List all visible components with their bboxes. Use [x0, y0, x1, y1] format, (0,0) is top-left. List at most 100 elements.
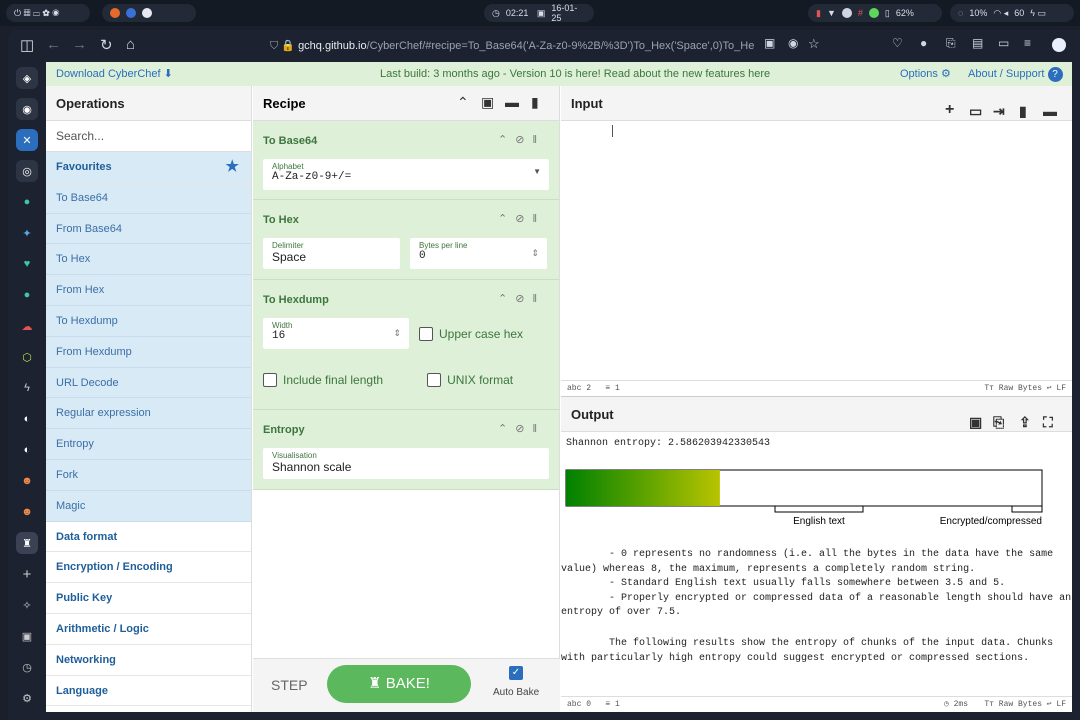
bake-button[interactable]: ♜ BAKE!: [327, 665, 471, 703]
dock-app-2-icon[interactable]: ◉: [16, 98, 38, 120]
operation-item[interactable]: From Hex: [46, 275, 251, 306]
include-final-length-checkbox[interactable]: Include final length: [263, 373, 383, 387]
category-item[interactable]: Arithmetic / Logic: [46, 613, 251, 645]
operation-item[interactable]: To Hexdump: [46, 305, 251, 337]
op-to-base64[interactable]: To Base64 ⌃⊘‖ Alphabet A-Za-z0-9+/= ▼: [253, 121, 559, 200]
translate-icon[interactable]: ▣: [764, 36, 775, 50]
status-tray[interactable]: ▮ ▼ # ▯ 62%: [808, 4, 942, 22]
ai-icon[interactable]: ✧: [16, 594, 38, 616]
app-tray[interactable]: [102, 4, 196, 22]
width-input[interactable]: Width 16 ⇕: [263, 318, 409, 349]
download-link[interactable]: Download CyberChef ⬇: [56, 62, 173, 86]
dock-app-3-icon[interactable]: ✕: [16, 129, 38, 151]
collapse-icon[interactable]: ⌃: [457, 94, 469, 111]
op-controls[interactable]: ⌃⊘‖: [498, 292, 545, 305]
firefox-icon[interactable]: [110, 8, 120, 18]
settings-icon[interactable]: ⚙: [16, 687, 38, 709]
unix-format-checkbox[interactable]: UNIX format: [427, 373, 513, 387]
github-2-icon[interactable]: ◐: [16, 439, 38, 461]
operation-item[interactable]: From Base64: [46, 213, 251, 245]
bytes-per-line-input[interactable]: Bytes per line 0 ⇕: [410, 238, 547, 269]
dock-app-5-icon[interactable]: ●: [16, 191, 38, 213]
op-controls[interactable]: ⌃⊘‖: [498, 422, 545, 435]
delimiter-select[interactable]: Delimiter Space: [263, 238, 400, 269]
dock-app-11-icon[interactable]: ϟ: [16, 377, 38, 399]
forward-icon[interactable]: →: [72, 36, 87, 53]
screen-icon[interactable]: ▭: [998, 36, 1009, 50]
operation-item[interactable]: URL Decode: [46, 367, 251, 399]
operations-search-input[interactable]: Search...: [46, 121, 251, 152]
operation-item[interactable]: Entropy: [46, 429, 251, 460]
category-item[interactable]: Public Key: [46, 583, 251, 614]
url-bar[interactable]: ⛉ 🔒 gchq.github.io/CyberChef/#recipe=To_…: [270, 35, 850, 57]
raw-bytes-toggle[interactable]: Tт Raw Bytes: [984, 381, 1042, 396]
eol-toggle[interactable]: ↩ LF: [1047, 697, 1066, 712]
options-link[interactable]: Options ⚙: [900, 62, 951, 86]
dock-app-4-icon[interactable]: ◎: [16, 160, 38, 182]
upper-case-hex-checkbox[interactable]: Upper case hex: [419, 326, 523, 341]
auto-bake-checkbox[interactable]: ✓: [509, 666, 523, 680]
home-icon[interactable]: ⌂: [126, 36, 135, 53]
operation-item[interactable]: Magic: [46, 490, 251, 522]
category-item[interactable]: Encryption / Encoding: [46, 552, 251, 584]
step-button[interactable]: STEP: [271, 677, 308, 693]
sidebar-toggle-icon[interactable]: ◫: [20, 36, 34, 54]
save-icon[interactable]: ▣: [481, 94, 494, 111]
op-controls[interactable]: ⌃⊘‖: [498, 133, 545, 146]
back-icon[interactable]: ←: [46, 36, 61, 53]
output-text[interactable]: Shannon entropy: 2.586203942330543 Engli…: [561, 432, 1072, 696]
release-notice[interactable]: Last build: 3 months ago - Version 10 is…: [380, 62, 770, 86]
eol-toggle[interactable]: ↩ LF: [1047, 381, 1066, 396]
workspace-indicator[interactable]: ⏻ ▦ ▭ ✿ ◉: [6, 4, 90, 22]
operation-item[interactable]: Regular expression: [46, 398, 251, 430]
dock-app-6-icon[interactable]: ✦: [16, 222, 38, 244]
operation-item[interactable]: From Hexdump: [46, 336, 251, 368]
op-controls[interactable]: ⌃⊘‖: [498, 212, 545, 225]
category-item[interactable]: Language: [46, 675, 251, 707]
dock-app-1-icon[interactable]: ◈: [16, 67, 38, 89]
share-icon[interactable]: ⎘: [946, 36, 956, 51]
category-favourites[interactable]: Favourites ★: [46, 152, 251, 183]
about-link[interactable]: About / Support ?: [968, 62, 1063, 86]
tabs-icon[interactable]: ▤: [972, 36, 983, 50]
op-entropy[interactable]: Entropy ⌃⊘‖ Visualisation Shannon scale: [253, 410, 559, 490]
stepper-icon[interactable]: ⇕: [393, 328, 401, 339]
history-icon[interactable]: ◷: [16, 656, 38, 678]
library-icon[interactable]: ▣: [16, 625, 38, 647]
bookmark-icon[interactable]: ☆: [808, 36, 820, 52]
trash-icon[interactable]: ▮: [531, 94, 539, 111]
visualisation-select[interactable]: Visualisation Shannon scale: [263, 448, 549, 479]
reload-icon[interactable]: ↻: [100, 36, 113, 54]
dock-app-8-icon[interactable]: ●: [16, 284, 38, 306]
extension-icon[interactable]: ◉: [788, 36, 798, 50]
profile-icon[interactable]: [1052, 38, 1066, 52]
operation-item[interactable]: To Base64: [46, 182, 251, 214]
dock-app-9-icon[interactable]: ☁: [16, 315, 38, 337]
input-textarea[interactable]: [561, 121, 1072, 380]
operation-item[interactable]: To Hex: [46, 244, 251, 276]
dock-app-14-icon[interactable]: ☻: [16, 470, 38, 492]
account-icon[interactable]: ●: [920, 36, 927, 50]
category-item[interactable]: Data format: [46, 521, 251, 553]
clock[interactable]: ◷ 02:21 ▣ 16-01-25: [484, 3, 594, 23]
chat-icon[interactable]: [142, 8, 152, 18]
category-item[interactable]: Networking: [46, 644, 251, 676]
op-to-hex[interactable]: To Hex ⌃⊘‖ Delimiter Space Bytes per lin…: [253, 200, 559, 280]
operation-item[interactable]: Fork: [46, 459, 251, 491]
dock-app-15-icon[interactable]: ☻: [16, 501, 38, 523]
pocket-icon[interactable]: ♡: [892, 36, 903, 50]
op-to-hexdump[interactable]: To Hexdump ⌃⊘‖ Width 16 ⇕ Upper case hex…: [253, 280, 559, 410]
github-icon[interactable]: ◐: [16, 408, 38, 430]
resource-tray[interactable]: ◌ 10% ◠ ◂ 60 ϟ ▭: [950, 4, 1074, 22]
browser-icon[interactable]: [126, 8, 136, 18]
cyberchef-tab-icon[interactable]: ♜: [16, 532, 38, 554]
menu-icon[interactable]: ≡: [1024, 36, 1031, 50]
dock-app-7-icon[interactable]: ♥: [16, 253, 38, 275]
output-length: 0: [586, 700, 592, 709]
add-icon[interactable]: +: [16, 563, 38, 585]
dock-app-10-icon[interactable]: ⬡: [16, 346, 38, 368]
raw-bytes-toggle[interactable]: Tт Raw Bytes: [984, 697, 1042, 712]
folder-icon[interactable]: ▬: [505, 94, 519, 110]
alphabet-select[interactable]: Alphabet A-Za-z0-9+/= ▼: [263, 159, 549, 190]
stepper-icon[interactable]: ⇕: [531, 248, 539, 259]
